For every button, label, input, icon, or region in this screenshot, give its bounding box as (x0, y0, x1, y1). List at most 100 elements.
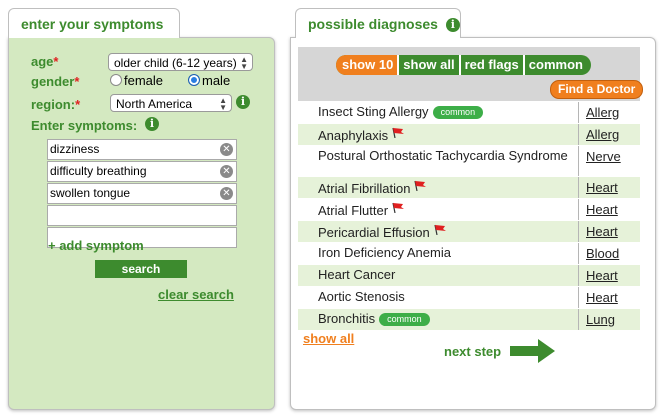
diagnosis-category-link[interactable]: Heart (578, 221, 641, 242)
diagnosis-category: Allerg (586, 127, 620, 142)
clear-search-link[interactable]: clear search (158, 287, 234, 302)
gender-male-radio[interactable]: male (188, 73, 230, 88)
filter-show-all-button[interactable]: show all (399, 55, 461, 75)
diagnosis-row[interactable]: Heart Cancer Heart (298, 265, 640, 287)
add-symptom-link[interactable]: + add symptom (48, 238, 144, 253)
radio-selected-icon (188, 74, 200, 86)
tab-possible-diagnoses-title: possible diagnoses (308, 16, 438, 32)
diagnosis-row[interactable]: Bronchitis common Lung (298, 309, 640, 331)
region-label: region:* (31, 97, 81, 112)
tab-enter-symptoms-title: enter your symptoms (21, 16, 164, 32)
diagnosis-name-cell: Aortic Stenosis (318, 290, 568, 304)
diagnosis-name: Aortic Stenosis (318, 289, 405, 304)
tab-enter-symptoms: enter your symptoms (8, 8, 180, 38)
diagnosis-category-link[interactable]: Heart (578, 265, 641, 286)
diagnosis-category: Heart (586, 224, 618, 239)
diagnosis-category: Heart (586, 180, 618, 195)
filter-show-10-button[interactable]: show 10 (336, 55, 400, 75)
symptom-field-empty[interactable] (47, 205, 237, 226)
diagnoses-table: Insect Sting Allergy common Allerg Anaphyla… (298, 102, 640, 331)
diagnosis-category: Lung (586, 312, 615, 327)
diagnosis-category-link[interactable]: Lung (578, 309, 641, 330)
symptom-value: difficulty breathing (50, 164, 147, 178)
diagnosis-name-cell: Anaphylaxis (318, 127, 568, 143)
red-flag-icon (434, 224, 446, 235)
region-info-icon[interactable]: i (236, 95, 250, 109)
diagnosis-name: Bronchitis (318, 311, 376, 326)
remove-symptom-icon[interactable]: ✕ (220, 165, 233, 178)
diagnosis-row[interactable]: Insect Sting Allergy common Allerg (298, 102, 640, 124)
remove-symptom-icon[interactable]: ✕ (220, 187, 233, 200)
symptom-list: dizziness ✕ difficulty breathing ✕ swoll… (47, 138, 237, 248)
filter-group: show 10 show all red flags common (336, 55, 591, 75)
find-doctor-button[interactable]: Find a Doctor (550, 80, 644, 99)
select-arrows-icon: ▲ ▼ (240, 55, 248, 71)
right-arrow-icon[interactable] (510, 339, 556, 363)
red-flag-icon (392, 127, 405, 138)
diagnosis-name-cell: Insect Sting Allergy common (318, 105, 568, 119)
diagnoses-info-icon[interactable]: i (445, 18, 460, 32)
diagnosis-row[interactable]: Pericardial Effusion Heart (298, 221, 640, 243)
symptom-field[interactable]: swollen tongue ✕ (47, 183, 237, 204)
symptoms-info-icon[interactable]: i (145, 117, 159, 131)
diagnosis-category-link[interactable]: Nerve (578, 146, 641, 176)
diagnosis-name: Postural Orthostatic Tachycardia Syndrom… (318, 148, 568, 163)
diagnosis-name-cell: Atrial Flutter (318, 202, 568, 218)
diagnosis-category: Heart (586, 268, 618, 283)
diagnosis-name-cell: Postural Orthostatic Tachycardia Syndrom… (318, 149, 568, 163)
symptoms-label: Enter symptoms: (31, 118, 138, 133)
diagnosis-category: Heart (586, 290, 618, 305)
age-select[interactable]: older child (6-12 years) ▲ ▼ (108, 53, 253, 71)
diagnosis-name-cell: Heart Cancer (318, 268, 568, 282)
diagnosis-category: Nerve (586, 149, 621, 164)
tab-possible-diagnoses: possible diagnoses i (295, 8, 461, 38)
next-step-label[interactable]: next step (444, 344, 501, 359)
diagnosis-category: Allerg (586, 105, 620, 120)
diagnosis-name-cell: Iron Deficiency Anemia (318, 246, 568, 260)
region-select[interactable]: North America ▲ ▼ (110, 94, 232, 112)
diagnosis-row[interactable]: Anaphylaxis Allerg (298, 124, 640, 146)
diagnosis-category-link[interactable]: Allerg (578, 124, 641, 145)
select-arrows-icon: ▲ ▼ (219, 96, 227, 112)
radio-icon (110, 74, 122, 86)
symptom-field[interactable]: difficulty breathing ✕ (47, 161, 237, 182)
search-button[interactable]: search (95, 260, 187, 278)
diagnosis-category-link[interactable]: Heart (578, 199, 641, 220)
diagnosis-row[interactable]: Atrial Flutter Heart (298, 199, 640, 221)
age-select-value: older child (6-12 years) (114, 56, 237, 70)
diagnosis-name: Anaphylaxis (318, 128, 389, 143)
gender-female-label: female (124, 73, 164, 88)
show-all-link[interactable]: show all (303, 331, 354, 346)
diagnosis-name: Atrial Flutter (318, 203, 389, 218)
age-label: age* (31, 54, 59, 69)
diagnosis-row[interactable]: Postural Orthostatic Tachycardia Syndrom… (298, 146, 640, 177)
symptom-field[interactable]: dizziness ✕ (47, 139, 237, 160)
diagnosis-name-cell: Pericardial Effusion (318, 224, 568, 240)
diagnosis-name-cell: Bronchitis common (318, 312, 568, 326)
filter-red-flags-button[interactable]: red flags (461, 55, 525, 75)
gender-male-label: male (202, 73, 231, 88)
filter-common-button[interactable]: common (525, 55, 591, 75)
diagnosis-category-link[interactable]: Allerg (578, 102, 641, 123)
diagnosis-name: Pericardial Effusion (318, 225, 430, 240)
diagnosis-name-cell: Atrial Fibrillation (318, 180, 568, 196)
diagnosis-name: Insect Sting Allergy (318, 104, 429, 119)
remove-symptom-icon[interactable]: ✕ (220, 143, 233, 156)
diagnosis-row[interactable]: Atrial Fibrillation Heart (298, 177, 640, 199)
diagnosis-name: Heart Cancer (318, 267, 396, 282)
diagnosis-category-link[interactable]: Heart (578, 287, 641, 308)
diagnosis-category-link[interactable]: Blood (578, 243, 641, 264)
red-flag-icon (392, 202, 405, 213)
diagnosis-category-link[interactable]: Heart (578, 177, 641, 198)
common-badge: common (379, 313, 430, 326)
diagnosis-name: Iron Deficiency Anemia (318, 245, 451, 260)
diagnosis-row[interactable]: Iron Deficiency Anemia Blood (298, 243, 640, 265)
common-badge: common (432, 106, 484, 119)
gender-female-radio[interactable]: female (110, 73, 163, 88)
diagnosis-category: Heart (586, 202, 618, 217)
diagnosis-row[interactable]: Aortic Stenosis Heart (298, 287, 640, 309)
symptom-value: dizziness (50, 142, 100, 156)
gender-label: gender* (31, 74, 80, 89)
red-flag-icon (414, 180, 427, 191)
diagnosis-category: Blood (586, 246, 620, 261)
